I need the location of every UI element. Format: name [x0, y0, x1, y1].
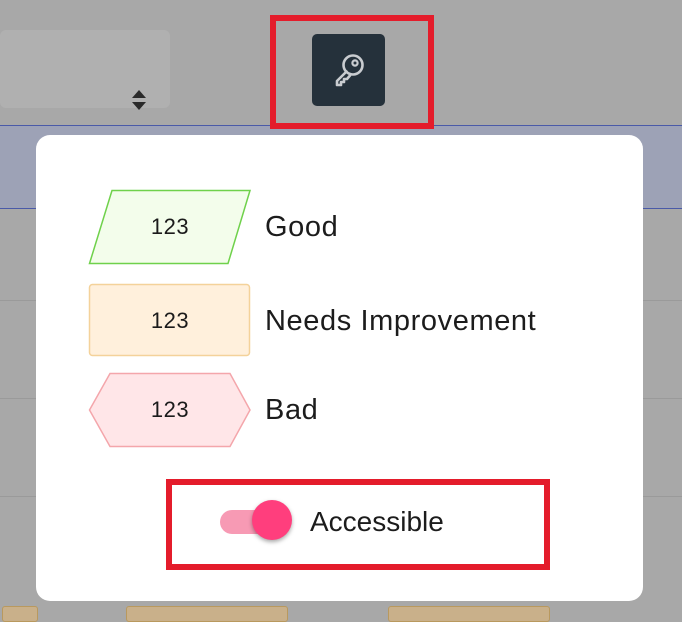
select-control[interactable]: [0, 30, 170, 110]
legend-item-needs-improvement: 123 Needs Improvement: [88, 283, 536, 359]
legend-swatch-needs-improvement: 123: [88, 283, 252, 359]
legend-key-button[interactable]: [312, 34, 385, 106]
accessible-toggle-row: Accessible: [218, 500, 444, 544]
table-cell-chip: [388, 606, 550, 622]
table-cell-chip: [2, 606, 38, 622]
legend-popover: 123 Good 123 Needs Improvement 123 Bad A…: [36, 135, 643, 601]
accessible-toggle[interactable]: [218, 500, 294, 544]
toggle-knob[interactable]: [252, 500, 292, 540]
legend-swatch-bad: 123: [88, 372, 252, 448]
legend-item-good: 123 Good: [88, 189, 338, 265]
key-icon: [335, 54, 364, 87]
table-cell-chip: [126, 606, 288, 622]
legend-swatch-value: 123: [150, 308, 190, 333]
legend-swatch-good: 123: [88, 189, 252, 265]
legend-label-bad: Bad: [265, 393, 319, 426]
legend-swatch-value: 123: [150, 214, 190, 239]
legend-swatch-value: 123: [150, 397, 190, 422]
sort-updown-icon: [132, 90, 146, 110]
legend-label-needs-improvement: Needs Improvement: [265, 304, 537, 337]
legend-label-good: Good: [265, 210, 339, 243]
legend-item-bad: 123 Bad: [88, 372, 318, 448]
accessible-toggle-label: Accessible: [310, 506, 444, 537]
